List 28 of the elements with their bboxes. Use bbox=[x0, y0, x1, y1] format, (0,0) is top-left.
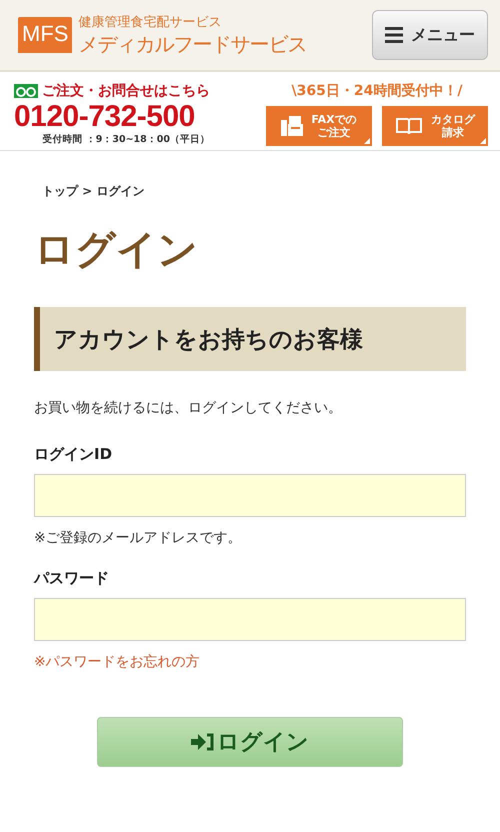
field-label: ログインID bbox=[34, 445, 114, 464]
fax-icon bbox=[281, 114, 304, 138]
free-dial-icon bbox=[14, 84, 38, 98]
input-field[interactable] bbox=[34, 598, 466, 641]
tagline: 健康管理食宅配サービス bbox=[78, 14, 222, 30]
fax-order-button[interactable]: FAXでの ご注文 bbox=[266, 106, 372, 146]
input-field[interactable] bbox=[34, 474, 466, 517]
field-label: パスワード bbox=[34, 569, 110, 588]
contact-heading: ご注文・お問合せはこちら bbox=[42, 82, 210, 100]
field-hint: ※ご登録のメールアドレスです。 bbox=[34, 529, 242, 547]
login-icon bbox=[191, 732, 215, 752]
corner-icon bbox=[364, 138, 370, 144]
brand-name: メディカルフードサービス bbox=[78, 30, 306, 58]
logo: MFS bbox=[18, 17, 72, 53]
corner-icon bbox=[480, 138, 486, 144]
book-icon bbox=[395, 116, 423, 136]
page-title: ログイン bbox=[34, 226, 199, 275]
instruction-text: お買い物を続けるには、ログインしてください。 bbox=[34, 399, 343, 417]
login-button[interactable]: ログイン bbox=[97, 717, 403, 767]
menu-button[interactable]: メニュー bbox=[372, 10, 488, 60]
catalog-request-button[interactable]: カタログ 請求 bbox=[382, 106, 488, 146]
section-heading: アカウントをお持ちのお客様 bbox=[34, 307, 466, 371]
phone-number[interactable]: 0120-732-500 bbox=[14, 100, 210, 133]
availability-text: \365日・24時間受付中！/ bbox=[292, 82, 462, 100]
forgot-password-link[interactable]: ※パスワードをお忘れの方 bbox=[34, 653, 200, 671]
breadcrumb: トップ > ログイン bbox=[42, 183, 146, 200]
business-hours: 受付時間 ：9：30~18：00（平日） bbox=[42, 133, 210, 146]
menu-icon bbox=[385, 27, 403, 43]
